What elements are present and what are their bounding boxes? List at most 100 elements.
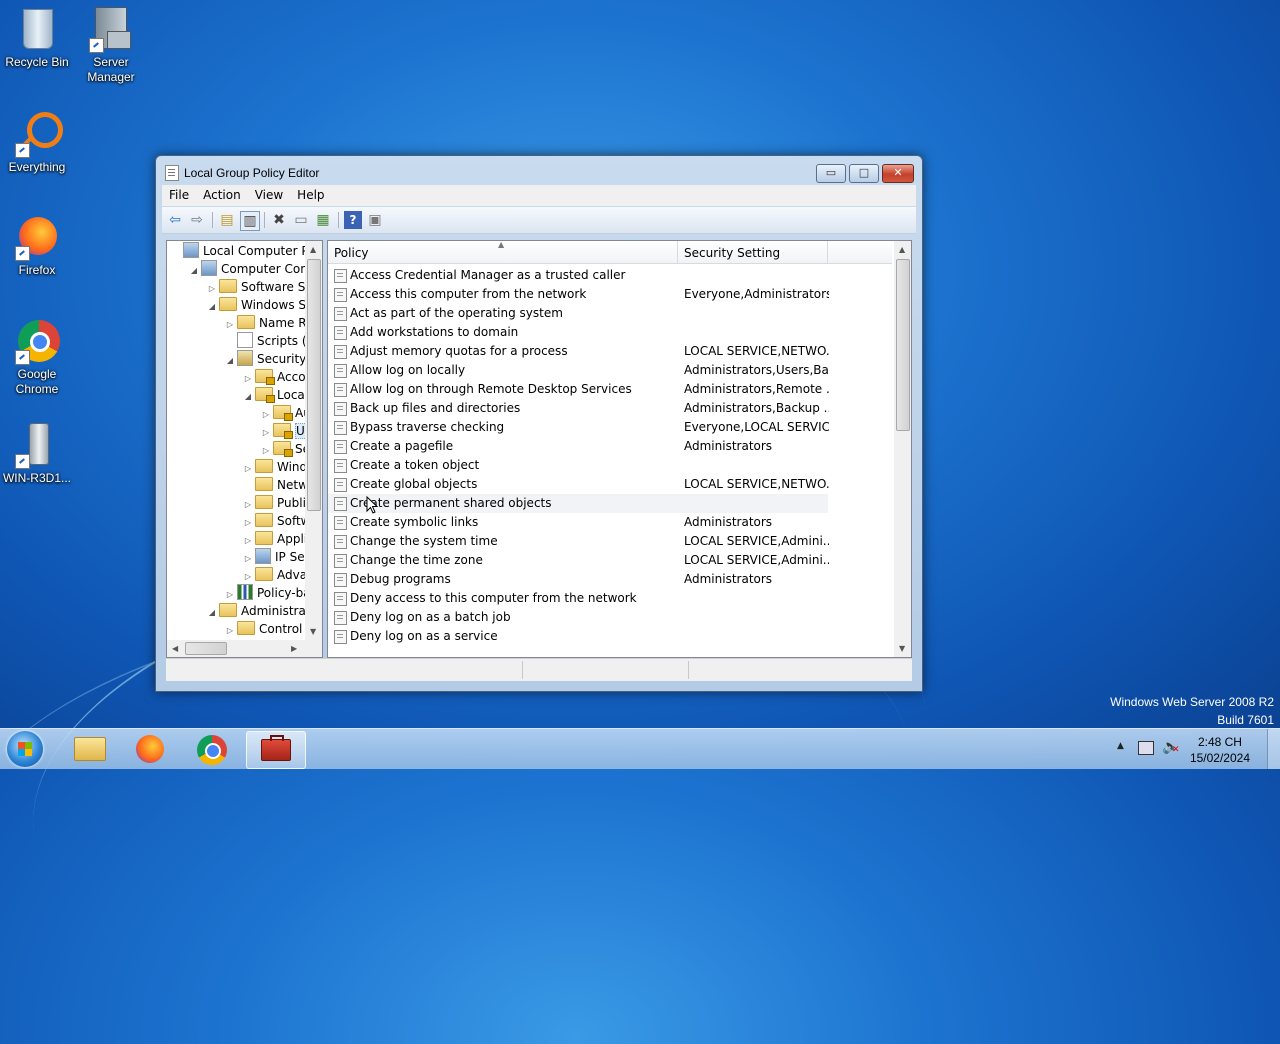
desktop-icon-chrome[interactable]: Google Chrome (0, 317, 74, 397)
minimize-button[interactable]: ▭ (816, 164, 846, 183)
export-list-icon[interactable]: ▦ (314, 211, 332, 229)
tree-node[interactable]: Local Computer Polic (169, 242, 322, 260)
policy-row[interactable]: Back up files and directories Administrat… (328, 399, 829, 418)
list-scroll-thumb[interactable] (896, 259, 910, 431)
shortcut-arrow-icon (89, 38, 104, 53)
expanded-arrow-icon[interactable]: ◢ (205, 298, 219, 316)
policy-row[interactable]: Access Credential Manager as a trusted c… (328, 266, 828, 285)
scroll-down-icon[interactable]: ▼ (310, 627, 316, 636)
policy-row[interactable]: Change the system time LOCAL SERVICE,Admi… (328, 532, 829, 551)
scroll-up-icon[interactable]: ▲ (310, 245, 316, 254)
policy-row[interactable]: Deny log on as a service (328, 627, 828, 646)
policy-item-icon (334, 269, 347, 283)
policy-list[interactable]: Policy ▲ Security Setting Access Credent… (327, 240, 912, 658)
expanded-arrow-icon[interactable]: ◢ (223, 352, 237, 370)
firefox-icon (136, 735, 164, 763)
taskbar-policy-editor[interactable] (246, 731, 306, 769)
policy-item-icon (334, 592, 347, 606)
taskbar-explorer[interactable] (60, 731, 118, 767)
tree-node[interactable]: ▷ Windo (241, 458, 315, 476)
policy-row[interactable]: Create permanent shared objects (328, 494, 828, 513)
policy-row[interactable]: Adjust memory quotas for a process LOCAL … (328, 342, 829, 361)
policy-row[interactable]: Access this computer from the network Eve… (328, 285, 829, 304)
collapsed-arrow-icon[interactable]: ▷ (223, 622, 237, 640)
properties-icon[interactable]: ▭ (292, 211, 310, 229)
policy-row[interactable]: Deny access to this computer from the ne… (328, 589, 828, 608)
close-button[interactable]: ✕ (882, 164, 914, 183)
tree-node[interactable]: ▷ Advan (241, 566, 315, 584)
column-header-security-setting[interactable]: Security Setting (678, 241, 828, 264)
desktop-icon-recycle-bin[interactable]: Recycle Bin (0, 5, 74, 70)
tree-node[interactable]: ▷ Policy-bas (223, 584, 317, 602)
desktop-icon-everything[interactable]: Everything (0, 110, 74, 175)
network-icon[interactable] (1138, 741, 1154, 755)
menu-file[interactable]: File (162, 185, 196, 206)
desktop-icon-drive[interactable]: WIN-R3D1... (0, 421, 74, 486)
policy-row[interactable]: Deny log on as a batch job (328, 608, 828, 627)
system-clock[interactable]: 2:48 CH 15/02/2024 (1190, 734, 1250, 766)
tree-node[interactable]: ▷ Au (259, 404, 311, 422)
column-header-empty (828, 241, 892, 264)
policy-row[interactable]: Create symbolic links Administrators (328, 513, 828, 532)
expanded-arrow-icon[interactable]: ◢ (205, 604, 219, 622)
expanded-arrow-icon[interactable]: ◢ (187, 262, 201, 280)
desktop-icon-firefox[interactable]: Firefox (0, 213, 74, 278)
show-desktop-button[interactable] (1267, 729, 1280, 769)
policy-row[interactable]: Allow log on locally Administrators,Users… (328, 361, 829, 380)
taskbar-firefox[interactable] (122, 731, 180, 767)
scroll-right-icon[interactable]: ▶ (291, 644, 297, 653)
group-policy-editor-window[interactable]: Local Group Policy Editor ▭ □ ✕ File Acti… (155, 155, 923, 692)
scroll-up-icon[interactable]: ▲ (899, 245, 905, 254)
policy-row[interactable]: Debug programs Administrators (328, 570, 828, 589)
policy-row[interactable]: Create a token object (328, 456, 828, 475)
menu-help[interactable]: Help (290, 185, 331, 206)
policy-item-icon (334, 611, 347, 625)
policy-row[interactable]: Change the time zone LOCAL SERVICE,Admini… (328, 551, 829, 570)
policy-item-icon (334, 440, 347, 454)
tree-scroll-thumb[interactable] (307, 259, 321, 511)
tree-vertical-scrollbar[interactable]: ▲ ▼ (305, 241, 322, 640)
help-icon[interactable]: ? (344, 211, 362, 229)
tree-node[interactable]: ▷ Applic (241, 530, 314, 548)
policy-row[interactable]: Create a pagefile Administrators (328, 437, 828, 456)
back-arrow-icon[interactable]: ⇦ (166, 211, 184, 229)
menu-action[interactable]: Action (196, 185, 248, 206)
policy-qos-icon (237, 584, 253, 600)
navigation-tree[interactable]: Local Computer Polic ◢ Computer Config ▷ Sof… (166, 240, 323, 658)
tree-hscroll-thumb[interactable] (185, 642, 227, 655)
policy-row[interactable]: Act as part of the operating system (328, 304, 828, 323)
start-button[interactable] (7, 731, 43, 767)
forward-arrow-icon[interactable]: ⇨ (188, 211, 206, 229)
menu-view[interactable]: View (248, 185, 290, 206)
desktop-icon-server-manager[interactable]: Server Manager (74, 5, 148, 85)
policy-row[interactable]: Bypass traverse checking Everyone,LOCAL S… (328, 418, 829, 437)
policy-row[interactable]: Create global objects LOCAL SERVICE,NETWO… (328, 475, 829, 494)
column-policy-label: Policy (334, 246, 369, 260)
scroll-left-icon[interactable]: ◀ (172, 644, 178, 653)
tree-node[interactable]: ▷ Public (241, 494, 313, 512)
tree-node[interactable]: ▷ Accou (241, 368, 313, 386)
policy-row[interactable]: Allow log on through Remote Desktop Serv… (328, 380, 829, 399)
list-vertical-scrollbar[interactable]: ▲ ▼ (894, 241, 911, 657)
extended-view-icon[interactable]: ▣ (366, 211, 384, 229)
scroll-down-icon[interactable]: ▼ (899, 644, 905, 653)
policy-name: Deny access to this computer from the ne… (350, 591, 637, 605)
title-bar[interactable]: Local Group Policy Editor ▭ □ ✕ (156, 156, 922, 188)
desktop-icon-label: Recycle Bin (5, 55, 69, 69)
column-header-policy[interactable]: Policy ▲ (328, 241, 678, 264)
tree-horizontal-scrollbar[interactable]: ◀ ▶ (167, 640, 322, 657)
taskbar-chrome[interactable] (184, 731, 242, 767)
policy-row[interactable]: Add workstations to domain (328, 323, 828, 342)
show-hide-tree-icon[interactable]: ▥ (240, 211, 260, 231)
tree-node[interactable]: ◢ Computer Config (187, 260, 322, 280)
up-folder-icon[interactable]: ▤ (218, 211, 236, 229)
shortcut-arrow-icon (15, 246, 30, 261)
policy-name: Change the time zone (350, 553, 483, 567)
show-hidden-icons-icon[interactable]: ▲ (1117, 741, 1124, 751)
delete-icon[interactable]: ✖ (270, 211, 288, 229)
desktop-icon-label: Server Manager (87, 55, 135, 84)
everything-icon (13, 110, 63, 158)
expanded-arrow-icon[interactable]: ◢ (241, 388, 255, 406)
maximize-button[interactable]: □ (849, 164, 879, 183)
policy-item-icon (334, 630, 347, 644)
